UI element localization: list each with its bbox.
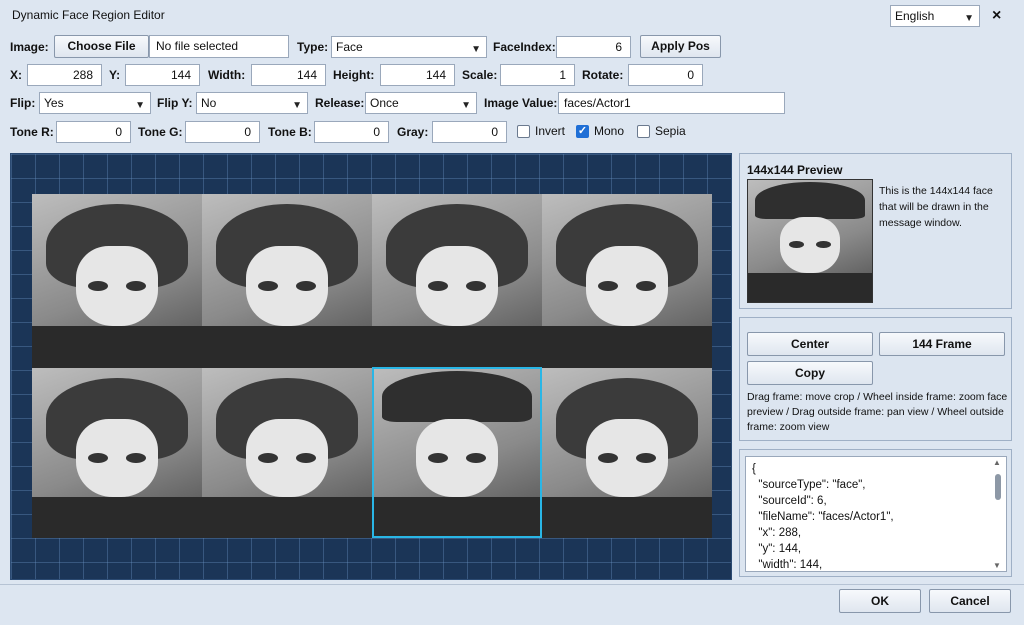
tone-r-label: Tone R: bbox=[10, 125, 54, 139]
gray-input[interactable]: 0 bbox=[432, 121, 507, 143]
type-label: Type: bbox=[297, 40, 329, 54]
footer-divider bbox=[0, 584, 1024, 585]
chevron-down-icon: ▼ bbox=[292, 100, 302, 111]
scroll-up-icon[interactable]: ▲ bbox=[993, 458, 1001, 467]
face-canvas[interactable] bbox=[10, 153, 732, 580]
face-thumbnail bbox=[32, 368, 202, 538]
flip-select[interactable]: Yes ▼ bbox=[39, 92, 151, 114]
preview-panel: 144x144 Preview This is the 144x144 face… bbox=[739, 153, 1012, 309]
preview-description: This is the 144x144 face that will be dr… bbox=[879, 185, 993, 229]
scrollbar-thumb[interactable] bbox=[995, 474, 1001, 500]
face-index-label: FaceIndex: bbox=[493, 40, 556, 54]
choose-file-button[interactable]: Choose File bbox=[54, 35, 149, 58]
frame-144-button[interactable]: 144 Frame bbox=[879, 332, 1005, 356]
width-input[interactable]: 144 bbox=[251, 64, 326, 86]
language-select[interactable]: English ▼ bbox=[890, 5, 980, 27]
chevron-down-icon: ▼ bbox=[135, 100, 145, 111]
rotate-input[interactable]: 0 bbox=[628, 64, 703, 86]
flip-label: Flip: bbox=[10, 96, 36, 110]
preview-image bbox=[747, 179, 873, 303]
release-select[interactable]: Once ▼ bbox=[365, 92, 477, 114]
face-thumbnail bbox=[32, 194, 202, 368]
scale-label: Scale: bbox=[462, 68, 498, 82]
type-select[interactable]: Face ▼ bbox=[331, 36, 487, 58]
help-text: Drag frame: move crop / Wheel inside fra… bbox=[747, 391, 1008, 433]
invert-checkbox[interactable] bbox=[517, 125, 530, 138]
close-icon: × bbox=[992, 7, 1002, 24]
y-label: Y: bbox=[109, 68, 121, 82]
scale-input[interactable]: 1 bbox=[500, 64, 575, 86]
tone-g-input[interactable]: 0 bbox=[185, 121, 260, 143]
flip-y-select[interactable]: No ▼ bbox=[196, 92, 308, 114]
y-input[interactable]: 144 bbox=[125, 64, 200, 86]
copy-button[interactable]: Copy bbox=[747, 361, 873, 385]
cancel-button[interactable]: Cancel bbox=[929, 589, 1011, 613]
file-status: No file selected bbox=[149, 35, 289, 58]
preview-title: 144x144 Preview bbox=[747, 163, 843, 177]
mono-checkbox[interactable]: ✓ bbox=[576, 125, 589, 138]
gray-label: Gray: bbox=[397, 125, 429, 139]
chevron-down-icon: ▼ bbox=[461, 100, 471, 111]
apply-pos-button[interactable]: Apply Pos bbox=[640, 35, 721, 58]
json-output[interactable]: { "sourceType": "face", "sourceId": 6, "… bbox=[745, 456, 1007, 572]
sepia-label: Sepia bbox=[655, 124, 686, 138]
face-thumbnail bbox=[202, 368, 372, 538]
actions-panel: Center 144 Frame Copy Drag frame: move c… bbox=[739, 317, 1012, 441]
height-label: Height: bbox=[333, 68, 375, 82]
height-input[interactable]: 144 bbox=[380, 64, 455, 86]
language-value: English bbox=[895, 9, 935, 23]
tone-b-label: Tone B: bbox=[268, 125, 312, 139]
release-label: Release: bbox=[315, 96, 365, 110]
mono-label: Mono bbox=[594, 124, 625, 138]
face-thumbnail bbox=[202, 194, 372, 368]
x-input[interactable]: 288 bbox=[27, 64, 102, 86]
ok-button[interactable]: OK bbox=[839, 589, 921, 613]
flip-y-value: No bbox=[201, 96, 217, 110]
face-index-input[interactable]: 6 bbox=[556, 36, 631, 58]
image-value-input[interactable]: faces/Actor1 bbox=[558, 92, 785, 114]
tone-r-input[interactable]: 0 bbox=[56, 121, 131, 143]
flip-value: Yes bbox=[44, 96, 64, 110]
json-panel: { "sourceType": "face", "sourceId": 6, "… bbox=[739, 449, 1012, 577]
x-label: X: bbox=[10, 68, 22, 82]
tone-b-input[interactable]: 0 bbox=[314, 121, 389, 143]
chevron-down-icon: ▼ bbox=[964, 13, 974, 24]
invert-label: Invert bbox=[535, 124, 566, 138]
width-label: Width: bbox=[208, 68, 246, 82]
image-value-label: Image Value: bbox=[484, 96, 558, 110]
flip-y-label: Flip Y: bbox=[157, 96, 193, 110]
json-scrollbar[interactable]: ▲ ▼ bbox=[992, 458, 1004, 570]
window-title: Dynamic Face Region Editor bbox=[12, 8, 165, 22]
crop-frame[interactable] bbox=[372, 367, 542, 538]
close-button[interactable]: × bbox=[992, 7, 1001, 25]
face-thumbnail bbox=[542, 368, 712, 538]
image-label: Image: bbox=[10, 40, 49, 54]
sepia-checkbox[interactable] bbox=[637, 125, 650, 138]
chevron-down-icon: ▼ bbox=[471, 44, 481, 55]
scroll-down-icon[interactable]: ▼ bbox=[993, 561, 1001, 570]
face-thumbnail bbox=[372, 194, 542, 368]
rotate-label: Rotate: bbox=[582, 68, 624, 82]
face-thumbnail bbox=[542, 194, 712, 368]
release-value: Once bbox=[370, 96, 399, 110]
tone-g-label: Tone G: bbox=[138, 125, 183, 139]
center-button[interactable]: Center bbox=[747, 332, 873, 356]
type-value: Face bbox=[336, 40, 363, 54]
